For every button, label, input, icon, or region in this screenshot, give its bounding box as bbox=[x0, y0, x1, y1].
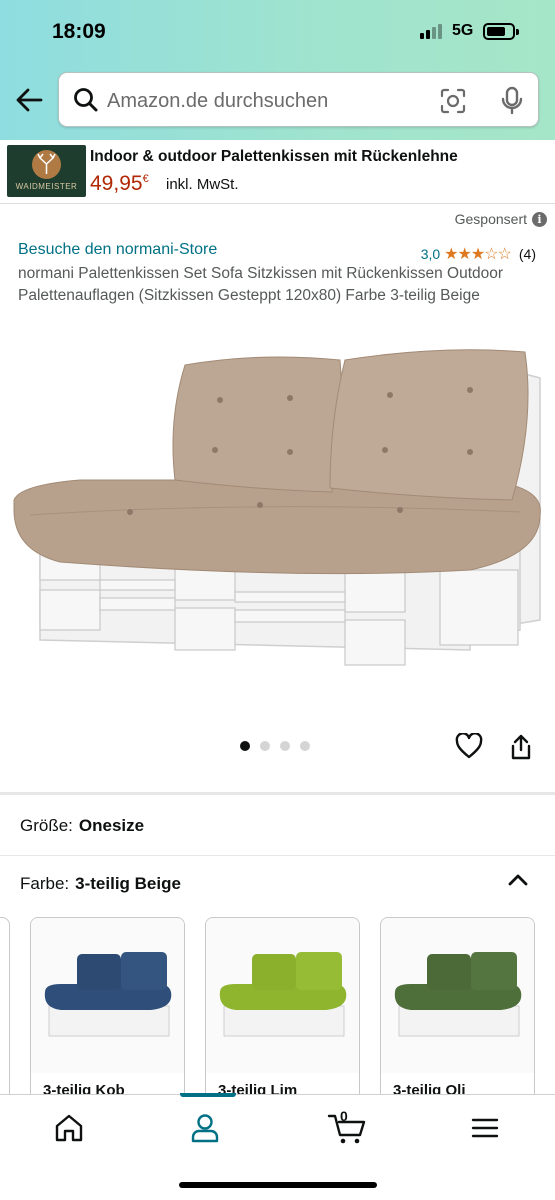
divider bbox=[0, 792, 555, 795]
size-selector: Größe: Onesize bbox=[20, 816, 145, 835]
search-bar[interactable] bbox=[58, 72, 539, 127]
signal-icon bbox=[420, 24, 442, 39]
page-dot[interactable] bbox=[280, 741, 290, 751]
search-icon bbox=[73, 87, 99, 118]
wishlist-heart-icon[interactable] bbox=[455, 732, 483, 764]
microphone-icon[interactable] bbox=[499, 86, 525, 121]
brand-logo: WAIDMEISTER bbox=[7, 145, 86, 197]
camera-search-icon[interactable] bbox=[439, 87, 467, 120]
page-dot[interactable] bbox=[240, 741, 250, 751]
person-icon bbox=[191, 1114, 219, 1143]
home-indicator bbox=[179, 1182, 377, 1188]
status-time: 18:09 bbox=[52, 20, 106, 43]
tab-cart[interactable]: 0 bbox=[327, 1108, 369, 1147]
swatch-image bbox=[381, 918, 534, 1073]
battery-icon bbox=[483, 23, 519, 40]
sponsored-label[interactable]: Gesponsert i bbox=[455, 211, 547, 227]
sponsored-ad-banner[interactable]: WAIDMEISTER Indoor & outdoor Palettenkis… bbox=[0, 140, 555, 204]
tab-home[interactable] bbox=[52, 1111, 92, 1147]
rating-count: (4) bbox=[518, 246, 536, 262]
ad-tax-note: inkl. MwSt. bbox=[166, 176, 239, 193]
status-bar: 18:09 5G bbox=[0, 0, 555, 62]
image-pagination[interactable] bbox=[240, 741, 310, 751]
search-input[interactable] bbox=[107, 87, 427, 115]
divider bbox=[0, 855, 555, 856]
swatch-image bbox=[206, 918, 359, 1073]
back-arrow-icon bbox=[16, 88, 43, 112]
page-dot[interactable] bbox=[260, 741, 270, 751]
share-icon[interactable] bbox=[509, 733, 533, 766]
color-swatch-partial[interactable] bbox=[0, 917, 10, 1102]
chevron-up-icon[interactable] bbox=[506, 870, 530, 895]
store-link[interactable]: Besuche den normani-Store bbox=[18, 241, 217, 259]
ad-currency: € bbox=[142, 173, 149, 185]
cart-count: 0 bbox=[340, 1108, 348, 1124]
product-image[interactable] bbox=[0, 340, 555, 700]
color-selector[interactable]: Farbe: 3-teilig Beige bbox=[20, 874, 181, 894]
ad-price: 49,95€ bbox=[90, 172, 149, 195]
info-icon[interactable]: i bbox=[532, 211, 547, 227]
back-button[interactable] bbox=[14, 85, 44, 115]
product-title: normani Palettenkissen Set Sofa Sitzkiss… bbox=[18, 265, 504, 304]
hamburger-menu-icon bbox=[471, 1118, 499, 1138]
page-dot[interactable] bbox=[300, 741, 310, 751]
deer-icon bbox=[37, 153, 56, 174]
color-swatch[interactable]: 3-teilig Oli bbox=[380, 917, 535, 1102]
size-value: Onesize bbox=[78, 816, 145, 835]
brand-logo-text: WAIDMEISTER bbox=[15, 182, 78, 191]
color-swatch[interactable]: 3-teilig Kob bbox=[30, 917, 185, 1102]
swatch-image bbox=[31, 918, 184, 1073]
tab-menu[interactable] bbox=[468, 1111, 508, 1147]
home-icon bbox=[55, 1114, 83, 1142]
rating-value: 3,0 bbox=[420, 246, 441, 262]
color-swatch[interactable]: 3-teilig Lim bbox=[205, 917, 360, 1102]
active-tab-indicator bbox=[180, 1093, 236, 1097]
tab-account[interactable] bbox=[180, 1093, 236, 1147]
network-label: 5G bbox=[452, 22, 474, 39]
ad-title[interactable]: Indoor & outdoor Palettenkissen mit Rück… bbox=[90, 148, 458, 166]
star-rating-icon: ★★★☆☆ bbox=[444, 246, 512, 263]
rating-summary[interactable]: 3,0 ★★★☆☆ (4) bbox=[421, 244, 536, 264]
color-value: 3-teilig Beige bbox=[75, 874, 181, 893]
